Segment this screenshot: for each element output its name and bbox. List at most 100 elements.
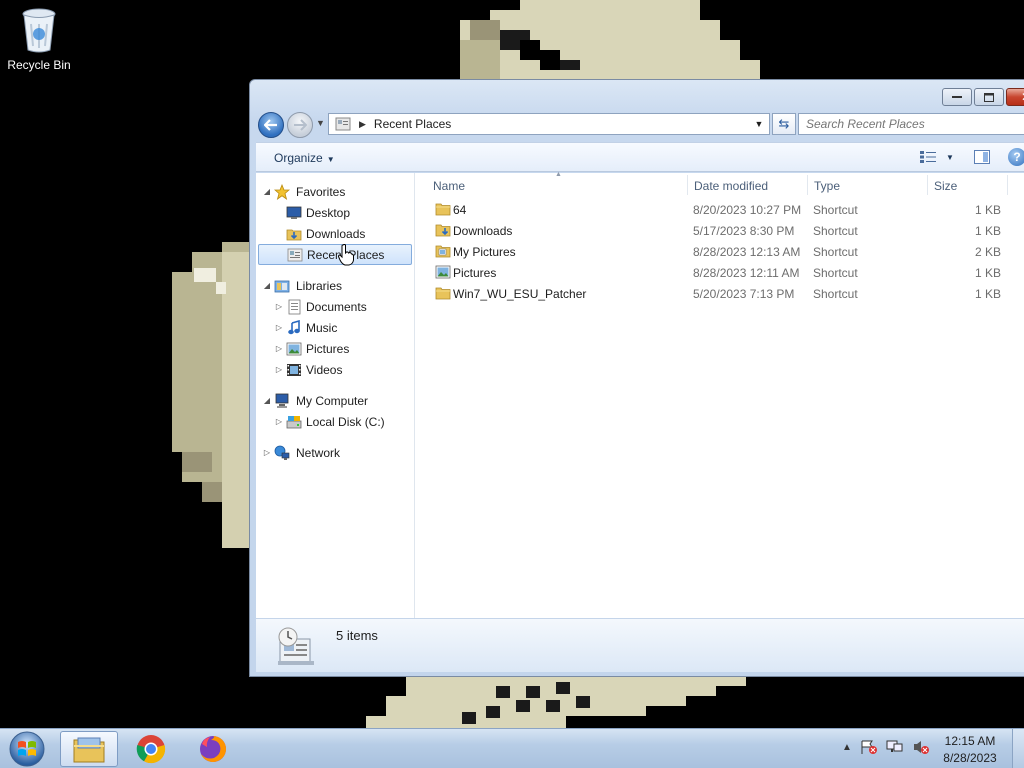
- change-view-button[interactable]: ▼: [920, 151, 954, 163]
- file-name: 64: [453, 203, 467, 217]
- folder-icon: [435, 287, 451, 300]
- view-details-icon: [920, 151, 936, 163]
- expand-arrow-icon[interactable]: ▷: [262, 448, 272, 457]
- collapse-arrow-icon[interactable]: ◢: [262, 396, 272, 405]
- file-list[interactable]: ▲ Name Date modified Type Size 64 8/20/2…: [415, 171, 1024, 618]
- column-divider[interactable]: [807, 175, 808, 195]
- file-type: Shortcut: [813, 203, 858, 217]
- pictures-icon: [286, 341, 302, 357]
- nav-item-label: Pictures: [306, 341, 350, 356]
- nav-my-computer[interactable]: ◢ My Computer: [256, 390, 414, 411]
- taskbar: ▲ 12:15 AM 8/28/2023: [0, 728, 1024, 768]
- hand-cursor-icon: [338, 244, 354, 266]
- show-desktop-button[interactable]: [1012, 729, 1024, 768]
- file-name: Win7_WU_ESU_Patcher: [453, 287, 587, 301]
- column-header-name[interactable]: Name: [433, 179, 465, 193]
- clock-date: 8/28/2023: [943, 751, 997, 765]
- file-date: 5/17/2023 8:30 PM: [693, 224, 795, 238]
- nav-item-local-disk[interactable]: ▷ Local Disk (C:): [256, 411, 414, 432]
- forward-button[interactable]: [287, 112, 313, 138]
- file-date: 8/28/2023 12:11 AM: [693, 266, 800, 280]
- search-input[interactable]: [799, 114, 1024, 134]
- nav-libraries-label: Libraries: [296, 278, 343, 293]
- taskbar-chrome-button[interactable]: [122, 731, 180, 767]
- column-divider[interactable]: [1007, 175, 1008, 195]
- search-box[interactable]: [798, 113, 1024, 135]
- start-button[interactable]: [5, 729, 49, 768]
- address-bar[interactable]: ▶ Recent Places ▼: [328, 113, 770, 135]
- breadcrumb-recent-places[interactable]: Recent Places: [374, 117, 749, 131]
- navigation-pane[interactable]: ◢ Favorites Desktop Downloads Recent Pla…: [256, 173, 415, 618]
- column-header-type[interactable]: Type: [814, 179, 840, 193]
- action-center-flag-icon[interactable]: [860, 739, 878, 755]
- column-header-size[interactable]: Size: [934, 179, 957, 193]
- system-tray: ▲: [842, 739, 930, 755]
- column-header-date[interactable]: Date modified: [694, 179, 768, 193]
- back-button[interactable]: [258, 112, 284, 138]
- refresh-button[interactable]: ⇆: [772, 113, 796, 135]
- column-divider[interactable]: [687, 175, 688, 195]
- nav-favorites[interactable]: ◢ Favorites: [256, 181, 414, 202]
- minimize-icon: [952, 96, 962, 98]
- refresh-icon: ⇆: [778, 116, 790, 131]
- show-hidden-icons-button[interactable]: ▲: [842, 742, 852, 753]
- expand-arrow-icon[interactable]: ▷: [274, 344, 284, 353]
- desktop-icon-recycle-bin[interactable]: Recycle Bin: [4, 6, 74, 72]
- file-row[interactable]: 64 8/20/2023 10:27 PM Shortcut 1 KB: [415, 199, 1024, 220]
- nav-item-recent-places[interactable]: Recent Places: [258, 244, 412, 265]
- chrome-icon: [136, 735, 166, 764]
- file-row[interactable]: Downloads 5/17/2023 8:30 PM Shortcut 1 K…: [415, 220, 1024, 241]
- nav-network[interactable]: ▷ Network: [256, 442, 414, 463]
- documents-icon: [286, 299, 302, 315]
- item-count: 5 items: [336, 628, 378, 643]
- file-size: 2 KB: [975, 245, 1002, 259]
- breadcrumb-arrow-icon[interactable]: ▶: [359, 119, 366, 130]
- nav-item-documents[interactable]: ▷ Documents: [256, 296, 414, 317]
- file-rows: 64 8/20/2023 10:27 PM Shortcut 1 KB Down…: [415, 199, 1024, 304]
- file-row[interactable]: My Pictures 8/28/2023 12:13 AM Shortcut …: [415, 241, 1024, 262]
- expand-arrow-icon[interactable]: ▷: [274, 365, 284, 374]
- nav-favorites-label: Favorites: [296, 184, 346, 199]
- desktop-icon-label: Recycle Bin: [7, 58, 71, 72]
- navigation-tree: ◢ Favorites Desktop Downloads Recent Pla…: [256, 173, 414, 463]
- taskbar-clock[interactable]: 12:15 AM 8/28/2023: [930, 733, 1010, 767]
- nav-libraries[interactable]: ◢ Libraries: [256, 275, 414, 296]
- downloads-folder-icon: [286, 226, 302, 242]
- file-row[interactable]: Pictures 8/28/2023 12:11 AM Shortcut 1 K…: [415, 262, 1024, 283]
- nav-item-label: Local Disk (C:): [306, 414, 385, 429]
- taskbar-explorer-button[interactable]: [60, 731, 118, 767]
- nav-item-desktop[interactable]: Desktop: [256, 202, 414, 223]
- collapse-arrow-icon[interactable]: ◢: [262, 281, 272, 290]
- minimize-button[interactable]: [942, 88, 972, 106]
- network-status-icon[interactable]: [886, 739, 904, 755]
- help-button[interactable]: ?: [1008, 148, 1024, 166]
- file-name: My Pictures: [453, 245, 516, 259]
- maximize-button[interactable]: [974, 88, 1004, 106]
- star-icon: [274, 183, 290, 200]
- organize-label: Organize: [274, 151, 323, 165]
- expand-arrow-icon[interactable]: ▷: [274, 417, 284, 426]
- volume-muted-icon[interactable]: [912, 739, 930, 755]
- file-name: Downloads: [453, 224, 513, 238]
- nav-network-label: Network: [296, 445, 341, 460]
- title-bar[interactable]: ✕: [250, 80, 1024, 112]
- sort-ascending-icon: ▲: [555, 171, 562, 178]
- expand-arrow-icon[interactable]: ▷: [274, 323, 284, 332]
- close-button[interactable]: ✕: [1006, 88, 1024, 106]
- nav-item-downloads[interactable]: Downloads: [256, 223, 414, 244]
- address-dropdown-icon[interactable]: ▼: [749, 119, 769, 129]
- nav-item-pictures[interactable]: ▷ Pictures: [256, 338, 414, 359]
- organize-button[interactable]: Organize ▼: [274, 151, 335, 165]
- nav-item-videos[interactable]: ▷ Videos: [256, 359, 414, 380]
- preview-pane-button[interactable]: [974, 150, 990, 164]
- taskbar-firefox-button[interactable]: [184, 731, 242, 767]
- file-type: Shortcut: [813, 245, 858, 259]
- column-divider[interactable]: [927, 175, 928, 195]
- nav-item-music[interactable]: ▷ Music: [256, 317, 414, 338]
- folder-icon: [435, 203, 451, 216]
- collapse-arrow-icon[interactable]: ◢: [262, 187, 272, 196]
- recent-pages-dropdown[interactable]: ▼: [316, 118, 325, 128]
- desktop-icon: [286, 205, 302, 221]
- file-row[interactable]: Win7_WU_ESU_Patcher 5/20/2023 7:13 PM Sh…: [415, 283, 1024, 304]
- expand-arrow-icon[interactable]: ▷: [274, 302, 284, 311]
